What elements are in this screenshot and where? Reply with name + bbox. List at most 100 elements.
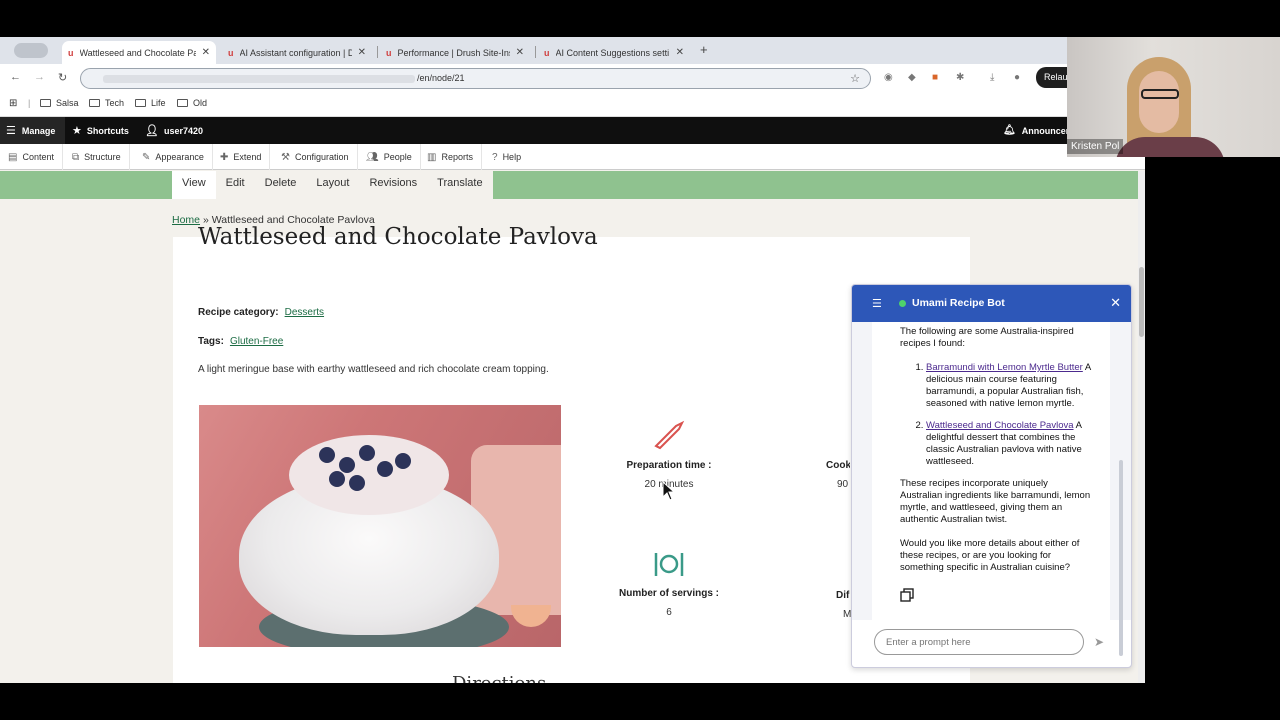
folder-icon (89, 99, 100, 107)
fact-label: Preparation time : (626, 460, 712, 471)
apps-grid-icon[interactable]: ⊞ (9, 98, 17, 109)
tags-label: Tags: (198, 336, 224, 347)
chatbot-header: ☰ Umami Recipe Bot ✕ (852, 285, 1131, 322)
navigation-bar: ← → ↻ /en/node/21 ☆ ◉ ◆ ■ ✱ ⤓ ● Relaunch (0, 64, 1145, 92)
tray-item-help[interactable]: ? Help (484, 144, 529, 170)
tray-item-extend[interactable]: ✚ Extend (212, 144, 271, 170)
tab-wattleseed[interactable]: u Wattleseed and Chocolate Pavlova ✕ (62, 41, 216, 64)
close-tab-icon[interactable]: ✕ (676, 47, 684, 58)
recipe-category: Recipe category: Desserts (198, 307, 324, 318)
tray-item-reports[interactable]: ▥ Reports (419, 144, 482, 170)
close-tab-icon[interactable]: ✕ (202, 47, 210, 58)
menu-icon[interactable]: ☰ (872, 297, 882, 310)
help-icon: ? (492, 151, 498, 163)
prompt-input[interactable] (874, 629, 1084, 655)
bot-intro: The following are some Australia-inspire… (900, 326, 1074, 349)
drupal-favicon-icon: u (68, 47, 74, 58)
profile-avatar-icon[interactable]: ● (1014, 72, 1020, 83)
tag-link[interactable]: Gluten-Free (230, 336, 283, 347)
admin-toolbar: ☰ Manage ★ Shortcuts 👤︎ user7420 🔔︎ Announce… (0, 117, 1145, 144)
tray-item-structure[interactable]: ⧉ Structure (64, 144, 130, 170)
page-scrollbar-thumb[interactable] (1139, 267, 1144, 337)
tab-edit[interactable]: Edit (216, 171, 255, 199)
forward-icon[interactable]: → (34, 71, 45, 83)
fact-preparation-time: Preparation time : 20 minutes (610, 420, 728, 490)
fact-label: Number of servings : (618, 588, 720, 599)
tab-separator (377, 46, 378, 58)
fact-label: Cook (826, 460, 850, 471)
tab-view[interactable]: View (172, 171, 216, 199)
people-icon: 👥︎ (366, 151, 379, 163)
admin-tray: ▤ Content ⧉ Structure ✎ Appearance ✚ Extend … (0, 144, 1145, 170)
webcam-overlay: Kristen Pol (1067, 37, 1280, 157)
folder-icon (177, 99, 188, 107)
profile-chip[interactable] (14, 43, 48, 58)
fact-value: M (843, 609, 851, 620)
bookmark-folder-life[interactable]: Life (135, 98, 166, 108)
recipe-link-pavlova[interactable]: Wattleseed and Chocolate Pavlova (926, 420, 1074, 431)
tab-title: Performance | Drush Site-Inst (397, 47, 510, 58)
tab-translate[interactable]: Translate (427, 171, 492, 199)
tab-ai-content-suggestions[interactable]: u AI Content Suggestions setti ✕ (538, 41, 690, 64)
bar-chart-icon: ▥ (427, 151, 437, 163)
bookmark-folder-tech[interactable]: Tech (89, 98, 124, 108)
tray-item-content[interactable]: ▤ Content (0, 144, 63, 170)
chatbot-title: Umami Recipe Bot (912, 297, 1005, 309)
category-link[interactable]: Desserts (285, 307, 324, 318)
close-tab-icon[interactable]: ✕ (516, 47, 524, 58)
cutlery-icon (654, 553, 684, 576)
tab-separator (535, 46, 536, 58)
camera-icon[interactable]: ◉ (884, 72, 893, 83)
recipe-link-barramundi[interactable]: Barramundi with Lemon Myrtle Butter (926, 362, 1083, 373)
new-tab-icon[interactable]: + (700, 42, 708, 57)
address-bar[interactable]: /en/node/21 ☆ (80, 68, 871, 89)
toolbar-shortcuts[interactable]: ★ Shortcuts (72, 117, 129, 144)
page-scrollbar[interactable] (1138, 171, 1145, 683)
toolbar-announcements[interactable]: 🔔︎ Announcem (1003, 117, 1074, 144)
tab-delete[interactable]: Delete (255, 171, 307, 199)
tab-strip: u Wattleseed and Chocolate Pavlova ✕ u A… (0, 37, 1145, 64)
toolbar-manage[interactable]: ☰ Manage (0, 117, 65, 144)
page-title: Wattleseed and Chocolate Pavlova (198, 224, 598, 250)
download-icon[interactable]: ⤓ (990, 72, 994, 83)
chatbot-messages: The following are some Australia-inspire… (852, 322, 1131, 620)
breadcrumb-home-link[interactable]: Home (172, 214, 200, 226)
chat-scrollbar-thumb[interactable] (1119, 460, 1123, 656)
back-icon[interactable]: ← (10, 71, 21, 83)
bookmark-star-icon[interactable]: ☆ (850, 70, 860, 88)
tab-layout[interactable]: Layout (306, 171, 359, 199)
tray-item-configuration[interactable]: ⚒ Configuration (273, 144, 358, 170)
structure-icon: ⧉ (72, 151, 80, 163)
participant-name: Kristen Pol (1067, 139, 1124, 154)
extension-pin-icon[interactable]: ◆ (908, 72, 916, 83)
online-status-icon (899, 300, 906, 307)
tab-ai-assistant-config[interactable]: u AI Assistant configuration | D ✕ (222, 41, 372, 64)
copy-icon[interactable] (900, 588, 914, 602)
blurred-url (103, 74, 415, 83)
close-icon[interactable]: ✕ (1110, 295, 1121, 311)
wrench-icon: ⚒ (281, 151, 290, 163)
category-label: Recipe category: (198, 307, 279, 318)
drupal-favicon-icon: u (386, 47, 392, 58)
tab-revisions[interactable]: Revisions (359, 171, 427, 199)
mouse-cursor-icon (662, 481, 676, 501)
bookmark-divider: | (28, 98, 31, 108)
bookmarks-bar: ⊞ | Salsa Tech Life Old (0, 92, 1145, 117)
list-item: Barramundi with Lemon Myrtle Butter A de… (926, 362, 1092, 410)
reload-icon[interactable]: ↻ (58, 71, 67, 84)
fact-value: 90 (837, 479, 849, 490)
screen: u Wattleseed and Chocolate Pavlova ✕ u A… (0, 0, 1280, 720)
bookmark-folder-salsa[interactable]: Salsa (40, 98, 79, 108)
recipe-summary: A light meringue base with earthy wattle… (198, 364, 549, 375)
tray-item-appearance[interactable]: ✎ Appearance (134, 144, 213, 170)
tray-item-people[interactable]: 👥︎ People (358, 144, 421, 170)
tab-performance[interactable]: u Performance | Drush Site-Inst ✕ (380, 41, 530, 64)
chatbot-panel: ☰ Umami Recipe Bot ✕ The following are s… (851, 284, 1132, 668)
bookmark-folder-old[interactable]: Old (177, 98, 207, 108)
drupal-favicon-icon: u (544, 47, 550, 58)
extension-icon[interactable]: ■ (932, 72, 938, 83)
close-tab-icon[interactable]: ✕ (358, 47, 366, 58)
extensions-puzzle-icon[interactable]: ✱ (956, 72, 964, 83)
send-icon[interactable]: ➤ (1094, 635, 1104, 649)
toolbar-user[interactable]: 👤︎ user7420 (145, 117, 203, 144)
